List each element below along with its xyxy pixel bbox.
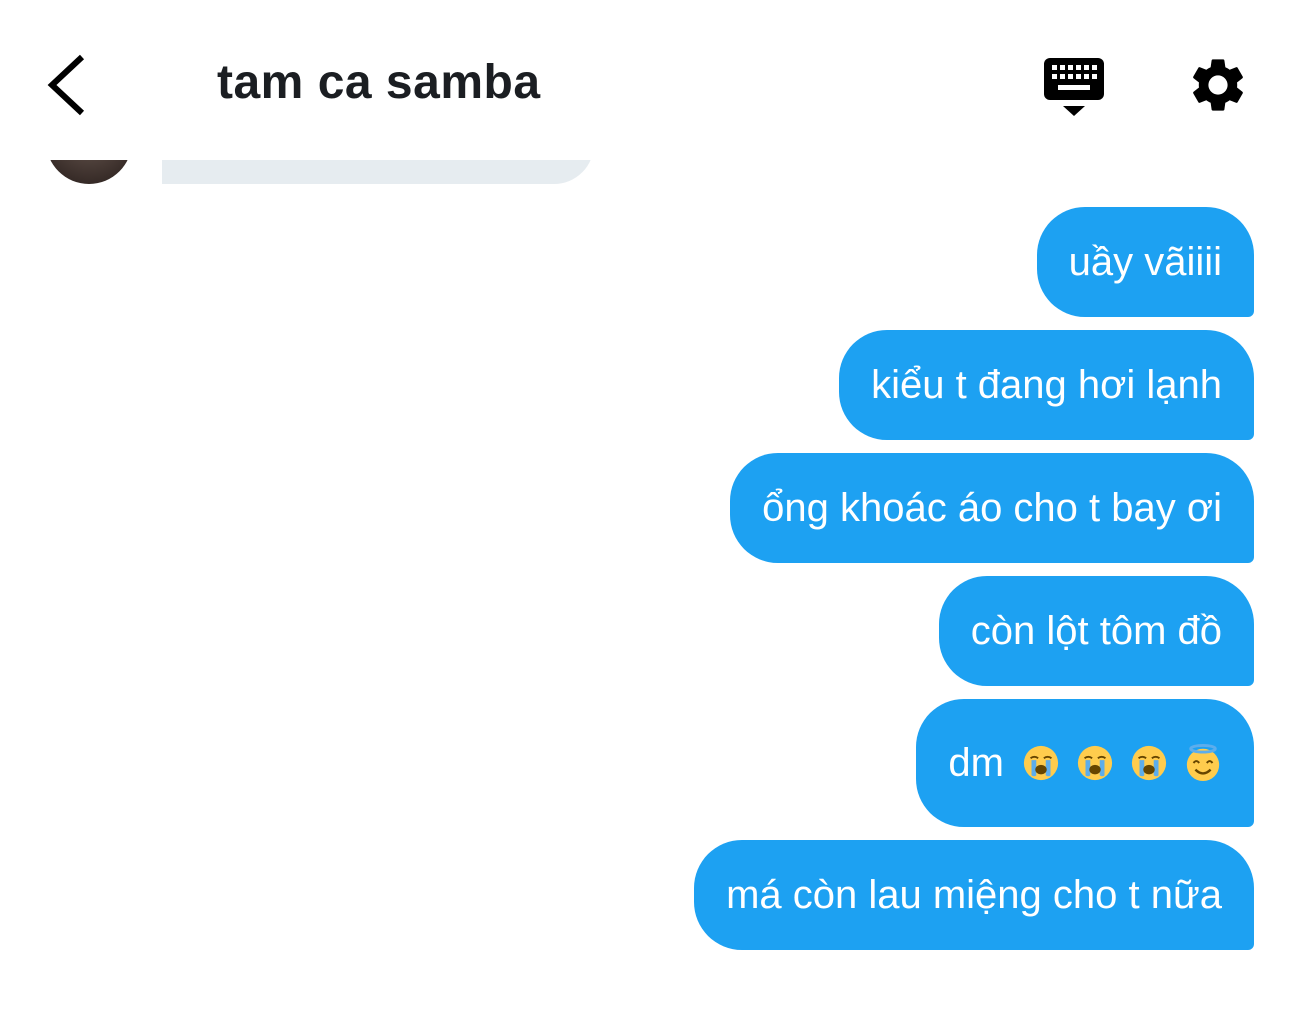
conversation-header: tam ca samba: [0, 0, 1290, 160]
dm-conversation-screen: uầy vãiiii kiểu t đang hơi lạnh ổng khoá…: [0, 0, 1290, 1030]
keyboard-icon: [1044, 58, 1104, 116]
loudly-crying-face-emoji: [1023, 745, 1059, 781]
loudly-crying-face-emoji: [1131, 745, 1167, 781]
keyboard-button[interactable]: [1040, 54, 1108, 120]
loudly-crying-face-emoji: [1077, 745, 1113, 781]
settings-button[interactable]: [1186, 53, 1250, 117]
emoji-group: [1022, 744, 1222, 782]
smiling-face-with-halo-emoji: [1186, 744, 1220, 782]
chevron-left-icon: [47, 54, 85, 116]
sent-message-bubble[interactable]: má còn lau miệng cho t nữa: [694, 840, 1254, 950]
sent-message-bubble[interactable]: ổng khoác áo cho t bay ơi: [730, 453, 1254, 563]
message-text: còn lột tôm đồ: [970, 609, 1222, 653]
message-text: uầy vãiiii: [1068, 240, 1222, 284]
message-text: dm: [948, 741, 1004, 785]
back-button[interactable]: [36, 50, 96, 120]
sent-message-bubble[interactable]: uầy vãiiii: [1036, 207, 1254, 317]
sent-message-bubble[interactable]: dm: [916, 699, 1254, 827]
page-title: tam ca samba: [217, 56, 541, 109]
message-text: má còn lau miệng cho t nữa: [726, 873, 1222, 917]
message-text: ổng khoác áo cho t bay ơi: [762, 486, 1222, 530]
sent-message-bubble[interactable]: còn lột tôm đồ: [938, 576, 1254, 686]
message-text: kiểu t đang hơi lạnh: [871, 363, 1222, 407]
sent-message-bubble[interactable]: kiểu t đang hơi lạnh: [839, 330, 1254, 440]
gear-icon: [1193, 59, 1243, 111]
